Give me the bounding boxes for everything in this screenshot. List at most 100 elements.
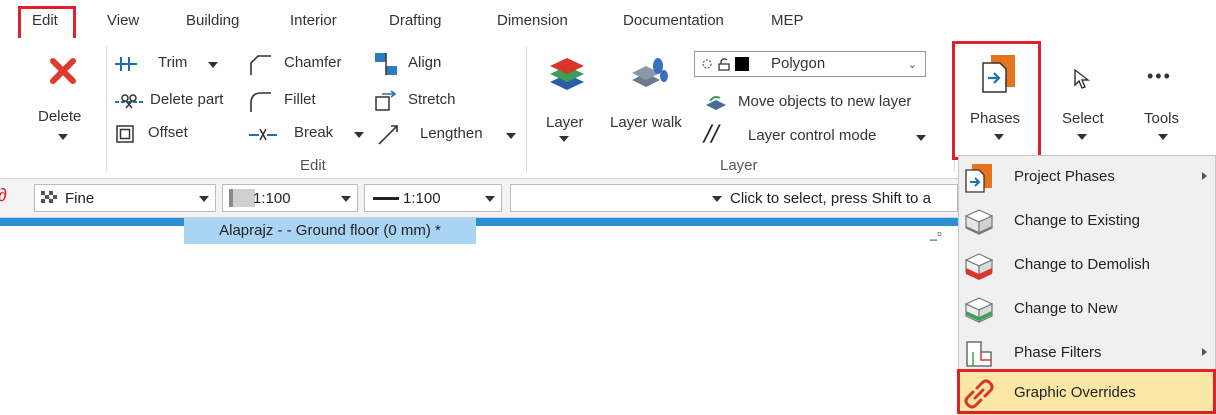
tools-button[interactable]: ••• Tools (1134, 42, 1198, 158)
double-slash-icon: // (704, 122, 719, 147)
scale2-value: 1:100 (403, 190, 441, 207)
chevron-down-icon (58, 134, 68, 140)
layer-name-label: Polygon (771, 55, 826, 72)
chevron-down-icon (354, 132, 364, 138)
menu-item-project-phases[interactable]: Project Phases (959, 156, 1215, 199)
lengthen-label: Lengthen (420, 125, 483, 142)
trim-icon (115, 57, 137, 71)
align-button[interactable]: Align (374, 50, 484, 78)
more-dots-icon: ••• (1147, 66, 1172, 86)
move-layer-icon (706, 96, 726, 110)
demolish-box-icon (964, 253, 994, 280)
menu-item-label: Project Phases (1014, 168, 1115, 185)
scale-dropdown-1[interactable]: 1:100 (222, 184, 358, 212)
chamfer-label: Chamfer (284, 54, 342, 71)
combo-arrow-icon: ⌄ (907, 59, 917, 71)
align-icon (375, 53, 397, 75)
minimize-icon[interactable]: _▫ (930, 226, 960, 241)
tools-label: Tools (1144, 110, 1180, 127)
chevron-down-icon (1158, 134, 1168, 140)
layer-label: Layer (546, 114, 584, 131)
offset-button[interactable]: Offset (116, 122, 226, 146)
tab-drafting[interactable]: Drafting (389, 8, 442, 34)
select-label: Select (1062, 110, 1104, 127)
edit-group-label: Edit (300, 157, 326, 174)
delete-part-label: Delete part (150, 91, 224, 108)
view-tab-ground-floor[interactable]: Alaprajz - - Ground floor (0 mm) * (184, 218, 476, 244)
blank-input[interactable] (510, 184, 726, 212)
tab-interior[interactable]: Interior (290, 8, 337, 34)
scale1-value: 1:100 (253, 190, 291, 207)
chamfer-button[interactable]: Chamfer (248, 52, 368, 76)
stretch-icon (375, 90, 397, 111)
delete-x-icon (50, 58, 76, 84)
tab-edit-highlight (18, 6, 76, 42)
trim-button[interactable]: Trim (114, 52, 234, 76)
chevron-down-icon (485, 196, 495, 202)
checker-icon (41, 191, 57, 203)
menu-item-change-to-existing[interactable]: Change to Existing (959, 200, 1215, 243)
tab-dimension[interactable]: Dimension (497, 8, 568, 34)
layer-control-mode-button[interactable]: // Layer control mode (704, 122, 944, 150)
ribbon-tab-bar: Edit View Building Interior Drafting Dim… (0, 0, 1216, 42)
delete-button[interactable]: Delete (28, 44, 98, 154)
tab-mep[interactable]: MEP (771, 8, 804, 34)
phase-filters-icon (966, 341, 992, 367)
graphic-overrides-highlight (957, 369, 1216, 414)
chevron-down-icon (1077, 134, 1087, 140)
menu-item-label: Change to Demolish (1014, 256, 1150, 273)
options-toolbar: ∂ Fine 1:100 1:100 Click to select, pres… (0, 179, 960, 218)
break-icon (249, 128, 277, 141)
menu-item-change-to-new[interactable]: Change to New (959, 288, 1215, 331)
truncated-icon: ∂ (0, 185, 7, 205)
layer-walk-icon (632, 58, 668, 87)
view-tab-strip (0, 218, 960, 226)
scissors-icon (115, 94, 143, 109)
offset-icon (116, 125, 134, 143)
separator (106, 46, 107, 172)
layer-walk-button[interactable]: Layer walk (606, 46, 696, 156)
quality-dropdown[interactable]: Fine (34, 184, 216, 212)
quality-value: Fine (65, 190, 95, 207)
tab-documentation[interactable]: Documentation (623, 8, 724, 34)
delete-part-button[interactable]: Delete part (114, 89, 244, 113)
hint-text: Click to select, press Shift to a (730, 190, 931, 207)
hint-dropdown[interactable]: Click to select, press Shift to a (706, 184, 958, 212)
separator (526, 46, 527, 172)
fillet-label: Fillet (284, 91, 316, 108)
move-objects-button[interactable]: Move objects to new layer (704, 90, 954, 116)
submenu-arrow-icon (1202, 348, 1207, 356)
menu-item-change-to-demolish[interactable]: Change to Demolish (959, 244, 1215, 287)
chevron-down-icon (199, 196, 209, 202)
break-button[interactable]: Break (248, 122, 376, 146)
fillet-button[interactable]: Fillet (248, 89, 348, 113)
menu-item-label: Change to Existing (1014, 212, 1140, 229)
line-weight-icon (373, 197, 399, 200)
chevron-down-icon (712, 196, 722, 202)
select-button[interactable]: Select (1050, 42, 1114, 158)
layer-control-label: Layer control mode (748, 127, 877, 144)
tab-building[interactable]: Building (186, 8, 239, 34)
existing-box-icon (964, 209, 994, 235)
lengthen-button[interactable]: Lengthen (376, 122, 526, 148)
menu-item-label: Phase Filters (1014, 344, 1102, 361)
scale-dropdown-2[interactable]: 1:100 (364, 184, 502, 212)
chevron-down-icon (559, 136, 569, 142)
trim-label: Trim (158, 54, 188, 71)
project-phases-icon (965, 164, 992, 193)
phases-highlight (952, 41, 1041, 160)
cursor-arrow-icon (1074, 68, 1091, 89)
chamfer-icon (250, 55, 271, 75)
layer-group-label: Layer (720, 157, 758, 174)
layer-select-dropdown[interactable]: Polygon ⌄ (694, 51, 926, 77)
new-box-icon (964, 297, 994, 323)
lengthen-icon (378, 125, 398, 145)
move-objects-label: Move objects to new layer (738, 93, 912, 110)
stretch-button[interactable]: Stretch (374, 88, 484, 114)
chevron-down-icon (916, 135, 926, 141)
layer-status-icons (702, 57, 749, 71)
fillet-icon (250, 92, 271, 112)
tab-view[interactable]: View (107, 8, 139, 34)
scale-fill-icon (229, 189, 255, 207)
layer-button[interactable]: Layer (536, 46, 600, 156)
